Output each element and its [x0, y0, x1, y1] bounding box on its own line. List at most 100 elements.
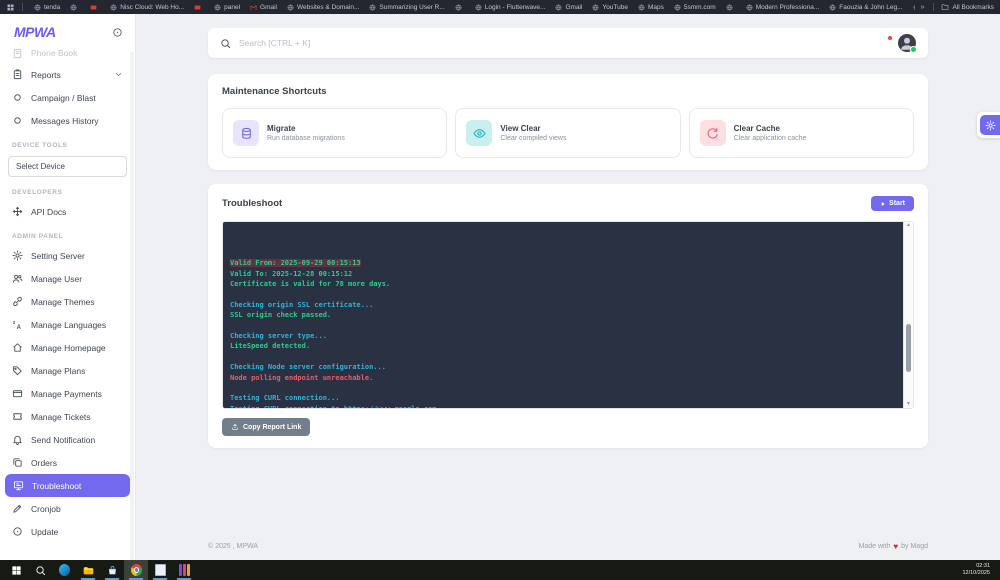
- sidebar-item-messages-history[interactable]: Messages History: [0, 109, 135, 132]
- app-logo[interactable]: MPWA: [14, 24, 56, 40]
- copy-report-link-button[interactable]: Copy Report Link: [222, 418, 310, 436]
- scroll-down-icon[interactable]: ▼: [906, 402, 911, 407]
- sidebar-item-setting-server[interactable]: Setting Server: [0, 244, 135, 267]
- terminal-line: Checking origin SSL certificate...: [230, 300, 896, 310]
- refresh-icon: [706, 127, 719, 140]
- sidebar-item-send-notification[interactable]: Send Notification: [0, 428, 135, 451]
- ticket-icon: [12, 411, 23, 422]
- theme-toggle-button[interactable]: [839, 38, 850, 49]
- bookmark-item[interactable]: Modern Professiona...: [742, 3, 824, 12]
- apps-grid-icon[interactable]: [6, 3, 15, 12]
- taskbar-clock[interactable]: 02:31 12/10/2025: [962, 563, 996, 577]
- bookmark-item[interactable]: [190, 3, 208, 12]
- bookmark-item[interactable]: Nisc Cloud: Web Ho...: [106, 3, 188, 12]
- bookmark-item[interactable]: panel: [210, 3, 244, 12]
- apps-button[interactable]: [859, 38, 870, 49]
- terminal-line: [230, 383, 896, 393]
- section-label-device-tools: DEVICE TOOLS: [0, 132, 135, 153]
- sidebar-item-manage-payments[interactable]: Manage Payments: [0, 382, 135, 405]
- bookmark-item[interactable]: Gmail: [246, 3, 281, 12]
- bookmark-item[interactable]: [66, 3, 84, 12]
- sidebar-item-manage-plans[interactable]: Manage Plans: [0, 359, 135, 382]
- bookmark-item[interactable]: Faouzia & John Leg...: [825, 3, 906, 12]
- theme-settings-fab[interactable]: [977, 112, 1000, 138]
- tb-search-icon: [35, 565, 46, 576]
- scrollbar-thumb[interactable]: [906, 324, 911, 372]
- sidebar-item-cronjob[interactable]: Cronjob: [0, 497, 135, 520]
- bookmark-item[interactable]: Maps: [634, 3, 668, 12]
- taskbar-icons: [4, 560, 196, 580]
- sidebar-item-manage-languages[interactable]: zA Manage Languages: [0, 313, 135, 336]
- terminal-line: Valid To: 2025-12-28 00:15:12: [230, 269, 896, 279]
- troubleshoot-terminal[interactable]: Valid From: 2025-09-29 00:15:13Valid To:…: [223, 222, 903, 408]
- sidebar-item-reports[interactable]: Reports: [0, 63, 135, 86]
- taskbar-start-button[interactable]: [4, 560, 28, 580]
- taskbar-chrome-icon[interactable]: [124, 560, 148, 580]
- sidebar-item-phone-book[interactable]: Phone Book: [0, 43, 135, 63]
- terminal-line: Checking Node server configuration...: [230, 362, 896, 372]
- sidebar: MPWA Phone Book Reports Campaign / Blast…: [0, 14, 136, 560]
- taskbar-store-icon[interactable]: [100, 560, 124, 580]
- notifications-button[interactable]: [879, 38, 890, 49]
- taskbar-notepad-icon[interactable]: [148, 560, 172, 580]
- globe-icon: [829, 4, 836, 11]
- pencil-icon: [12, 503, 23, 514]
- bookmark-label: Modern Professiona...: [756, 4, 820, 11]
- language-button[interactable]: [819, 38, 830, 49]
- bookmark-item[interactable]: Gmail: [551, 3, 586, 12]
- red-tile-icon: [90, 4, 97, 11]
- sidebar-item-manage-homepage[interactable]: Manage Homepage: [0, 336, 135, 359]
- target-icon: [12, 526, 23, 537]
- clear-cache-card[interactable]: Clear Cache Clear application cache: [689, 108, 914, 158]
- migrate-card[interactable]: Migrate Run database migrations: [222, 108, 447, 158]
- bookmark-label: panel: [224, 4, 240, 11]
- copyright-text: © 2025 , MPWA: [208, 543, 258, 550]
- sidebar-item-manage-user[interactable]: Manage User: [0, 267, 135, 290]
- taskbar-search-button[interactable]: [28, 560, 52, 580]
- circle-icon: [12, 115, 23, 126]
- bookmark-item[interactable]: New Tab: [909, 3, 915, 12]
- bookmark-item[interactable]: 5smm.com: [670, 3, 720, 12]
- sidebar-item-manage-tickets[interactable]: Manage Tickets: [0, 405, 135, 428]
- start-button[interactable]: Start: [871, 196, 914, 211]
- sidebar-item-api-docs[interactable]: API Docs: [0, 200, 135, 223]
- chevron-right-icon: [427, 129, 436, 138]
- sidebar-item-campaign-blast[interactable]: Campaign / Blast: [0, 86, 135, 109]
- section-label-developers: DEVELOPERS: [0, 179, 135, 200]
- all-bookmarks-button[interactable]: All Bookmarks: [941, 3, 994, 11]
- sidebar-item-update[interactable]: Update: [0, 520, 135, 543]
- bookmarks-overflow-chevron[interactable]: »: [919, 4, 927, 11]
- bookmark-item[interactable]: [722, 3, 740, 12]
- maintenance-title: Maintenance Shortcuts: [222, 86, 914, 97]
- scroll-up-icon[interactable]: ▲: [906, 223, 911, 228]
- taskbar-edge-icon[interactable]: [52, 560, 76, 580]
- sidebar-item-orders[interactable]: Orders: [0, 451, 135, 474]
- sidebar-scrollbar[interactable]: [130, 52, 134, 560]
- card-icon: [12, 388, 23, 399]
- globe-icon: [638, 4, 645, 11]
- search-input[interactable]: [239, 38, 811, 48]
- terminal-line: [230, 352, 896, 362]
- sidebar-item-manage-themes[interactable]: Manage Themes: [0, 290, 135, 313]
- taskbar-explorer-icon[interactable]: [76, 560, 100, 580]
- bookmark-item[interactable]: [451, 3, 469, 12]
- view-clear-card[interactable]: View Clear Clear compiled views: [455, 108, 680, 158]
- globe-icon: [70, 4, 77, 11]
- api-icon: [12, 206, 23, 217]
- upload-icon: [231, 423, 239, 431]
- terminal-line: LiteSpeed detected.: [230, 341, 896, 351]
- sidebar-collapse-icon[interactable]: [112, 27, 123, 38]
- bookmark-item[interactable]: Login - Flutterwave...: [471, 3, 550, 12]
- bookmark-item[interactable]: YouTube: [588, 3, 632, 12]
- select-device-dropdown[interactable]: Select Device: [8, 156, 127, 177]
- terminal-scrollbar[interactable]: ▲ ▼: [903, 222, 913, 408]
- taskbar-winrar-icon[interactable]: [172, 560, 196, 580]
- bookmark-item[interactable]: Websites & Domain...: [283, 3, 363, 12]
- avatar[interactable]: [898, 34, 916, 52]
- bookmark-item[interactable]: tenda: [30, 3, 64, 12]
- bookmark-label: YouTube: [602, 4, 628, 11]
- bookmark-item[interactable]: [86, 3, 104, 12]
- globe-icon: [674, 4, 681, 11]
- bookmark-item[interactable]: Summarizing User R...: [365, 3, 448, 12]
- sidebar-item-troubleshoot[interactable]: Troubleshoot: [5, 474, 130, 497]
